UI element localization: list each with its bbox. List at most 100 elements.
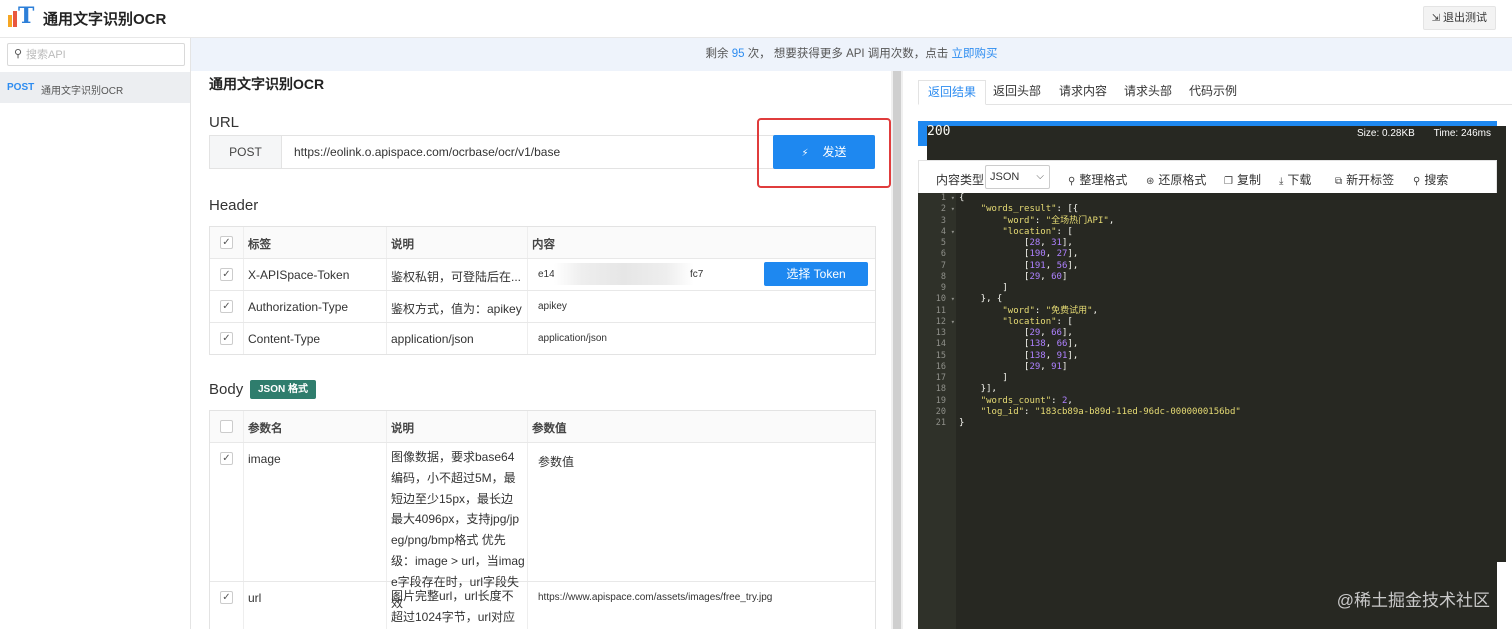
json-code-viewer[interactable]: 1 ▾ 2 ▾ 3 4 ▾ 5 6 7 8 9 10 ▾ 11 12 ▾ 13 14 15 16 17 18 19 20 21 {… <box>918 193 1497 629</box>
external-link-icon: ⧉ <box>1335 176 1343 187</box>
header-desc: 鉴权方式，值为：apikey <box>391 302 522 316</box>
response-panel: 返回结果 返回头部 请求内容 请求头部 代码示例 200 Size: 0.28K… <box>903 71 1512 629</box>
column-header: 说明 <box>391 423 414 435</box>
line-number: 16 <box>935 361 946 372</box>
token-value-end: fc7 <box>690 269 704 280</box>
exit-test-button[interactable]: ⇲ 退出测试 <box>1422 6 1496 30</box>
search-icon: ⚲ <box>1413 176 1421 187</box>
download-button[interactable]: ⤓ 下载 <box>1279 171 1311 188</box>
code-line: "word": "免费试用", <box>1002 305 1098 316</box>
response-size: Size: 0.28KB <box>1356 128 1415 139</box>
tab-response-result[interactable]: 返回结果 <box>918 80 987 105</box>
line-number: 10 ▾ <box>935 294 955 305</box>
tab-code-example[interactable]: 代码示例 <box>1180 80 1246 105</box>
copy-icon: ❐ <box>1224 176 1233 187</box>
fold-arrow-icon[interactable]: ▾ <box>951 317 955 328</box>
buy-now-link[interactable]: 立即购买 <box>952 48 998 60</box>
line-number: 5 <box>940 238 946 248</box>
line-number: 11 <box>935 305 946 316</box>
search-icon: ⚲ <box>14 48 23 60</box>
copy-label: 复制 <box>1236 173 1261 187</box>
code-line: }, { <box>959 294 1003 305</box>
notice-prefix: 剩余 <box>705 48 729 60</box>
code-line: [138, 66], <box>959 339 1079 350</box>
line-number: 6 <box>940 249 946 260</box>
download-icon: ⤓ <box>1279 176 1284 187</box>
line-number: 17 <box>935 373 946 383</box>
code-line: [190, 27], <box>959 249 1079 260</box>
table-row: ✓ Authorization-Type 鉴权方式，值为：apikey apik… <box>210 291 875 323</box>
line-number: 14 <box>935 339 946 350</box>
restore-format-label: 还原格式 <box>1158 173 1207 187</box>
fold-arrow-icon[interactable]: ▾ <box>951 193 955 204</box>
table-header-row: 参数名 说明 参数值 <box>210 411 875 443</box>
param-name: url <box>248 591 262 605</box>
format-label: 整理格式 <box>1079 173 1128 187</box>
code-line: } <box>959 418 965 428</box>
open-new-tab-button[interactable]: ⧉ 新开标签 <box>1335 171 1394 188</box>
column-header: 内容 <box>532 239 555 251</box>
copy-button[interactable]: ❐ 复制 <box>1224 171 1261 188</box>
search-box[interactable]: ⚲ <box>7 43 185 66</box>
tab-request-headers[interactable]: 请求头部 <box>1115 80 1181 105</box>
code-line: "words_result": [{ <box>980 204 1079 215</box>
header-desc: 鉴权私钥，可登陆后在... <box>391 270 522 284</box>
page-title: 通用文字识别OCR <box>209 76 325 92</box>
line-number: 1 ▾ <box>940 193 955 204</box>
request-url[interactable]: https://eolink.o.apispace.com/ocrbase/oc… <box>294 136 560 168</box>
notice-middle: 次， 想要获得更多 API 调用次数，点击 <box>747 48 949 60</box>
row-checkbox[interactable]: ✓ <box>220 268 233 281</box>
fold-arrow-icon[interactable]: ▾ <box>951 204 955 215</box>
panel-splitter[interactable] <box>891 71 903 629</box>
header-value[interactable]: apikey <box>538 301 567 312</box>
row-checkbox[interactable]: ✓ <box>220 591 233 604</box>
request-panel: 通用文字识别OCR URL POST https://eolink.o.apis… <box>191 71 891 629</box>
header-value[interactable]: application/json <box>538 333 607 344</box>
code-line: }], <box>959 384 997 395</box>
restore-format-button[interactable]: ⊛ 还原格式 <box>1146 171 1206 188</box>
response-tabs: 返回结果 返回头部 请求内容 请求头部 代码示例 <box>918 80 1512 105</box>
line-number-gutter: 1 ▾ 2 ▾ 3 4 ▾ 5 6 7 8 9 10 ▾ 11 12 ▾ 13 14 15 16 17 18 19 20 21 <box>918 193 956 629</box>
line-number: 20 <box>935 406 946 417</box>
url-section-title: URL <box>209 114 240 131</box>
response-time: Time: 246ms <box>1433 128 1491 139</box>
fold-arrow-icon[interactable]: ▾ <box>951 294 955 305</box>
select-all-checkbox[interactable]: ✓ <box>220 236 233 249</box>
quota-notice: 剩余 95 次， 想要获得更多 API 调用次数，点击 立即购买 <box>191 38 1512 71</box>
param-value-input[interactable]: https://www.apispace.com/assets/images/f… <box>538 592 772 603</box>
api-method: POST <box>7 82 35 93</box>
line-number: 9 <box>940 283 946 293</box>
send-label: 发送 <box>822 145 847 159</box>
line-number: 19 <box>935 395 946 406</box>
row-checkbox[interactable]: ✓ <box>220 300 233 313</box>
table-row: ✓ url 图片完整url，url长度不超过1024字节，url对应的图 htt… <box>210 582 875 629</box>
row-checkbox[interactable]: ✓ <box>220 332 233 345</box>
format-button[interactable]: ⚲ 整理格式 <box>1068 171 1127 188</box>
sidebar-item-ocr[interactable]: POST 通用文字识别OCR <box>0 72 190 103</box>
code-line: [29, 60] <box>959 271 1068 282</box>
app-title: 通用文字识别OCR <box>43 11 167 28</box>
code-line: ] <box>959 283 1008 293</box>
select-token-button[interactable]: 选择 Token <box>764 262 868 286</box>
api-name: 通用文字识别OCR <box>41 86 124 97</box>
select-all-checkbox[interactable] <box>220 420 233 433</box>
param-value-input[interactable]: 参数值 <box>538 453 574 470</box>
response-meta: Size: 0.28KB Time: 246ms <box>1341 128 1491 139</box>
request-method[interactable]: POST <box>210 136 282 168</box>
fold-arrow-icon[interactable]: ▾ <box>951 227 955 238</box>
search-button[interactable]: ⚲ 搜索 <box>1413 171 1448 188</box>
column-header: 参数值 <box>532 423 567 435</box>
line-number: 7 <box>940 260 946 271</box>
search-input[interactable] <box>26 46 181 63</box>
code-line: "location": [ <box>1002 226 1073 237</box>
line-number: 21 <box>935 418 946 428</box>
content-type-select[interactable]: JSON ⌵ <box>985 165 1050 189</box>
row-checkbox[interactable]: ✓ <box>220 452 233 465</box>
search-label: 搜索 <box>1424 173 1449 187</box>
column-header: 参数名 <box>248 423 283 435</box>
table-row: ✓ X-APISpace-Token 鉴权私钥，可登陆后在... e14 fc7… <box>210 259 875 291</box>
tab-response-headers[interactable]: 返回头部 <box>984 80 1050 105</box>
tab-request-content[interactable]: 请求内容 <box>1050 80 1116 105</box>
token-blur <box>554 263 694 285</box>
send-button[interactable]: ⚡ 发送 <box>773 135 875 169</box>
